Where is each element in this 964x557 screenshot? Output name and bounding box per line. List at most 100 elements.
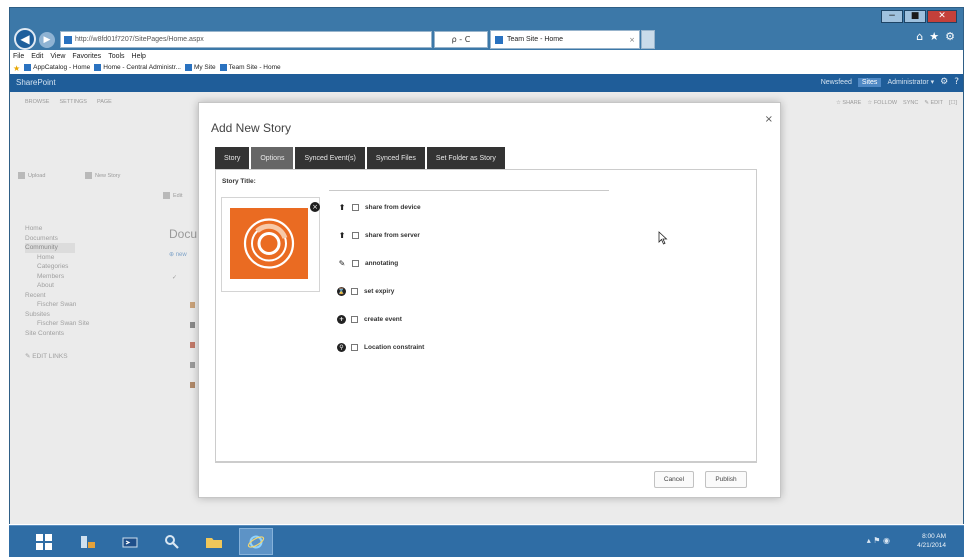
create-event-checkbox[interactable]	[351, 316, 358, 323]
sync-action[interactable]: SYNC	[903, 100, 918, 106]
nav-community-home[interactable]: Home	[25, 253, 89, 263]
nav-documents[interactable]: Documents	[25, 234, 89, 244]
tab-set-folder-as-story[interactable]: Set Folder as Story	[426, 147, 505, 169]
option-share-from-server[interactable]: ⬆ share from server	[337, 231, 420, 240]
upload-label: Upload	[28, 172, 46, 179]
tab-synced-events[interactable]: Synced Event(s)	[295, 147, 365, 169]
nav-categories[interactable]: Categories	[25, 262, 89, 272]
option-annotating[interactable]: ✎ annotating	[337, 259, 399, 268]
taskbar-clock[interactable]: 8:00 AM 4/21/2014	[917, 532, 946, 550]
new-tab-button[interactable]	[641, 30, 655, 49]
suite-newsfeed-link[interactable]: Newsfeed	[821, 79, 852, 86]
option-set-expiry[interactable]: ⌛ set expiry	[337, 287, 394, 296]
fav-page-icon	[94, 64, 102, 72]
document-icon	[190, 302, 195, 308]
menu-favorites[interactable]: Favorites	[72, 53, 101, 60]
taskbar-file-explorer[interactable]	[197, 528, 231, 555]
option-create-event[interactable]: + create event	[337, 315, 402, 324]
option-share-from-device[interactable]: ⬆ share from device	[337, 203, 421, 212]
menu-edit[interactable]: Edit	[31, 53, 43, 60]
edit-command[interactable]: Edit	[163, 192, 182, 199]
dialog-footer-divider	[215, 462, 757, 463]
upload-icon: ⬆	[338, 231, 346, 240]
fav-appcatalog[interactable]: AppCatalog - Home	[24, 64, 90, 72]
new-story-command[interactable]: New Story	[85, 172, 120, 179]
share-from-server-checkbox[interactable]	[352, 232, 359, 239]
sharepoint-brand[interactable]: SharePoint	[16, 78, 56, 87]
browser-tab-team-site[interactable]: Team Site - Home ×	[490, 30, 640, 49]
cancel-button[interactable]: Cancel	[654, 471, 694, 488]
maximize-button[interactable]: ■	[904, 10, 926, 23]
suite-sites-link[interactable]: Sites	[857, 77, 882, 87]
suite-user-menu[interactable]: Administrator ▾	[887, 78, 934, 86]
edit-label: Edit	[173, 192, 183, 199]
menu-view[interactable]: View	[50, 53, 65, 60]
tab-synced-files[interactable]: Synced Files	[366, 147, 425, 169]
add-new-story-dialog: Add New Story × Story Options Synced Eve…	[198, 102, 781, 498]
nav-fischer-swan-site[interactable]: Fischer Swan Site	[25, 319, 89, 329]
fav-my-site[interactable]: My Site	[184, 64, 216, 72]
story-image-box[interactable]: ×	[221, 197, 320, 292]
location-constraint-checkbox[interactable]	[351, 344, 358, 351]
taskbar-powershell[interactable]	[113, 528, 147, 555]
tab-story[interactable]: Story	[215, 147, 250, 169]
share-action[interactable]: ☆ SHARE	[836, 100, 861, 106]
taskbar-server-manager[interactable]	[71, 528, 105, 555]
menu-help[interactable]: Help	[132, 53, 146, 60]
fav-central-admin[interactable]: Home - Central Administr...	[94, 64, 181, 72]
tab-options[interactable]: Options	[251, 147, 294, 169]
close-window-button[interactable]: ✕	[927, 10, 957, 23]
nav-home[interactable]: Home	[25, 224, 89, 234]
select-all-checkmark[interactable]: ✓	[172, 274, 177, 281]
system-tray-icons[interactable]: ▴ ⚑ ◉	[867, 536, 890, 545]
nav-subsites[interactable]: Subsites	[25, 310, 89, 320]
page-content: SharePoint Newsfeed Sites Administrator …	[10, 74, 963, 524]
new-document-link[interactable]: ⊕ new	[169, 251, 187, 258]
annotating-checkbox[interactable]	[352, 260, 359, 267]
add-event-icon: +	[337, 315, 346, 324]
set-expiry-checkbox[interactable]	[351, 288, 358, 295]
publish-button[interactable]: Publish	[705, 471, 747, 488]
forward-button[interactable]: ▶	[39, 32, 55, 48]
quick-launch-nav: Home Documents Community Home Categories…	[25, 224, 89, 362]
ribbon-tab-page[interactable]: PAGE	[97, 99, 112, 105]
favorites-star-icon[interactable]: ★	[929, 30, 939, 43]
remove-image-icon[interactable]: ×	[310, 202, 320, 212]
follow-action[interactable]: ☆ FOLLOW	[867, 100, 897, 106]
nav-recent[interactable]: Recent	[25, 291, 89, 301]
nav-site-contents[interactable]: Site Contents	[25, 329, 89, 339]
edit-action[interactable]: ✎ EDIT	[924, 100, 943, 106]
settings-gear-icon[interactable]: ⚙	[940, 77, 948, 87]
minimize-button[interactable]: −	[881, 10, 903, 23]
help-icon[interactable]: ?	[954, 77, 959, 87]
home-icon[interactable]: ⌂	[916, 30, 923, 43]
option-location-constraint[interactable]: ⚲ Location constraint	[337, 343, 424, 352]
favorites-star-icon[interactable]: ★	[13, 64, 20, 73]
story-title-field-underline[interactable]	[329, 190, 609, 191]
dialog-close-icon[interactable]: ×	[765, 114, 773, 125]
upload-command[interactable]: Upload	[18, 172, 45, 179]
taskbar-admin-tools[interactable]	[155, 528, 189, 555]
menu-file[interactable]: File	[13, 53, 24, 60]
document-icon	[190, 382, 195, 388]
tab-close-icon[interactable]: ×	[629, 36, 635, 44]
address-tools[interactable]: ρ - C	[434, 31, 488, 48]
start-button[interactable]	[27, 528, 61, 555]
nav-members[interactable]: Members	[25, 272, 89, 282]
nav-edit-links[interactable]: ✎ EDIT LINKS	[25, 352, 89, 362]
taskbar-internet-explorer[interactable]	[239, 528, 273, 555]
settings-gear-icon[interactable]: ⚙	[945, 30, 955, 43]
focus-action[interactable]: [☐]	[949, 100, 957, 106]
back-button[interactable]: ◀	[14, 28, 36, 50]
ribbon-tab-settings[interactable]: SETTINGS	[59, 99, 87, 105]
menu-tools[interactable]: Tools	[108, 53, 124, 60]
fav-team-site[interactable]: Team Site - Home	[219, 64, 281, 72]
nav-fischer-swan[interactable]: Fischer Swan	[25, 300, 89, 310]
nav-about[interactable]: About	[25, 281, 89, 291]
upload-icon: ⬆	[338, 203, 346, 212]
address-bar[interactable]: http://w8fd01f7207/SitePages/Home.aspx	[60, 31, 432, 48]
ribbon-tab-browse[interactable]: BROWSE	[25, 99, 49, 105]
document-icon	[190, 342, 195, 348]
share-from-device-checkbox[interactable]	[352, 204, 359, 211]
nav-community[interactable]: Community	[25, 243, 75, 253]
